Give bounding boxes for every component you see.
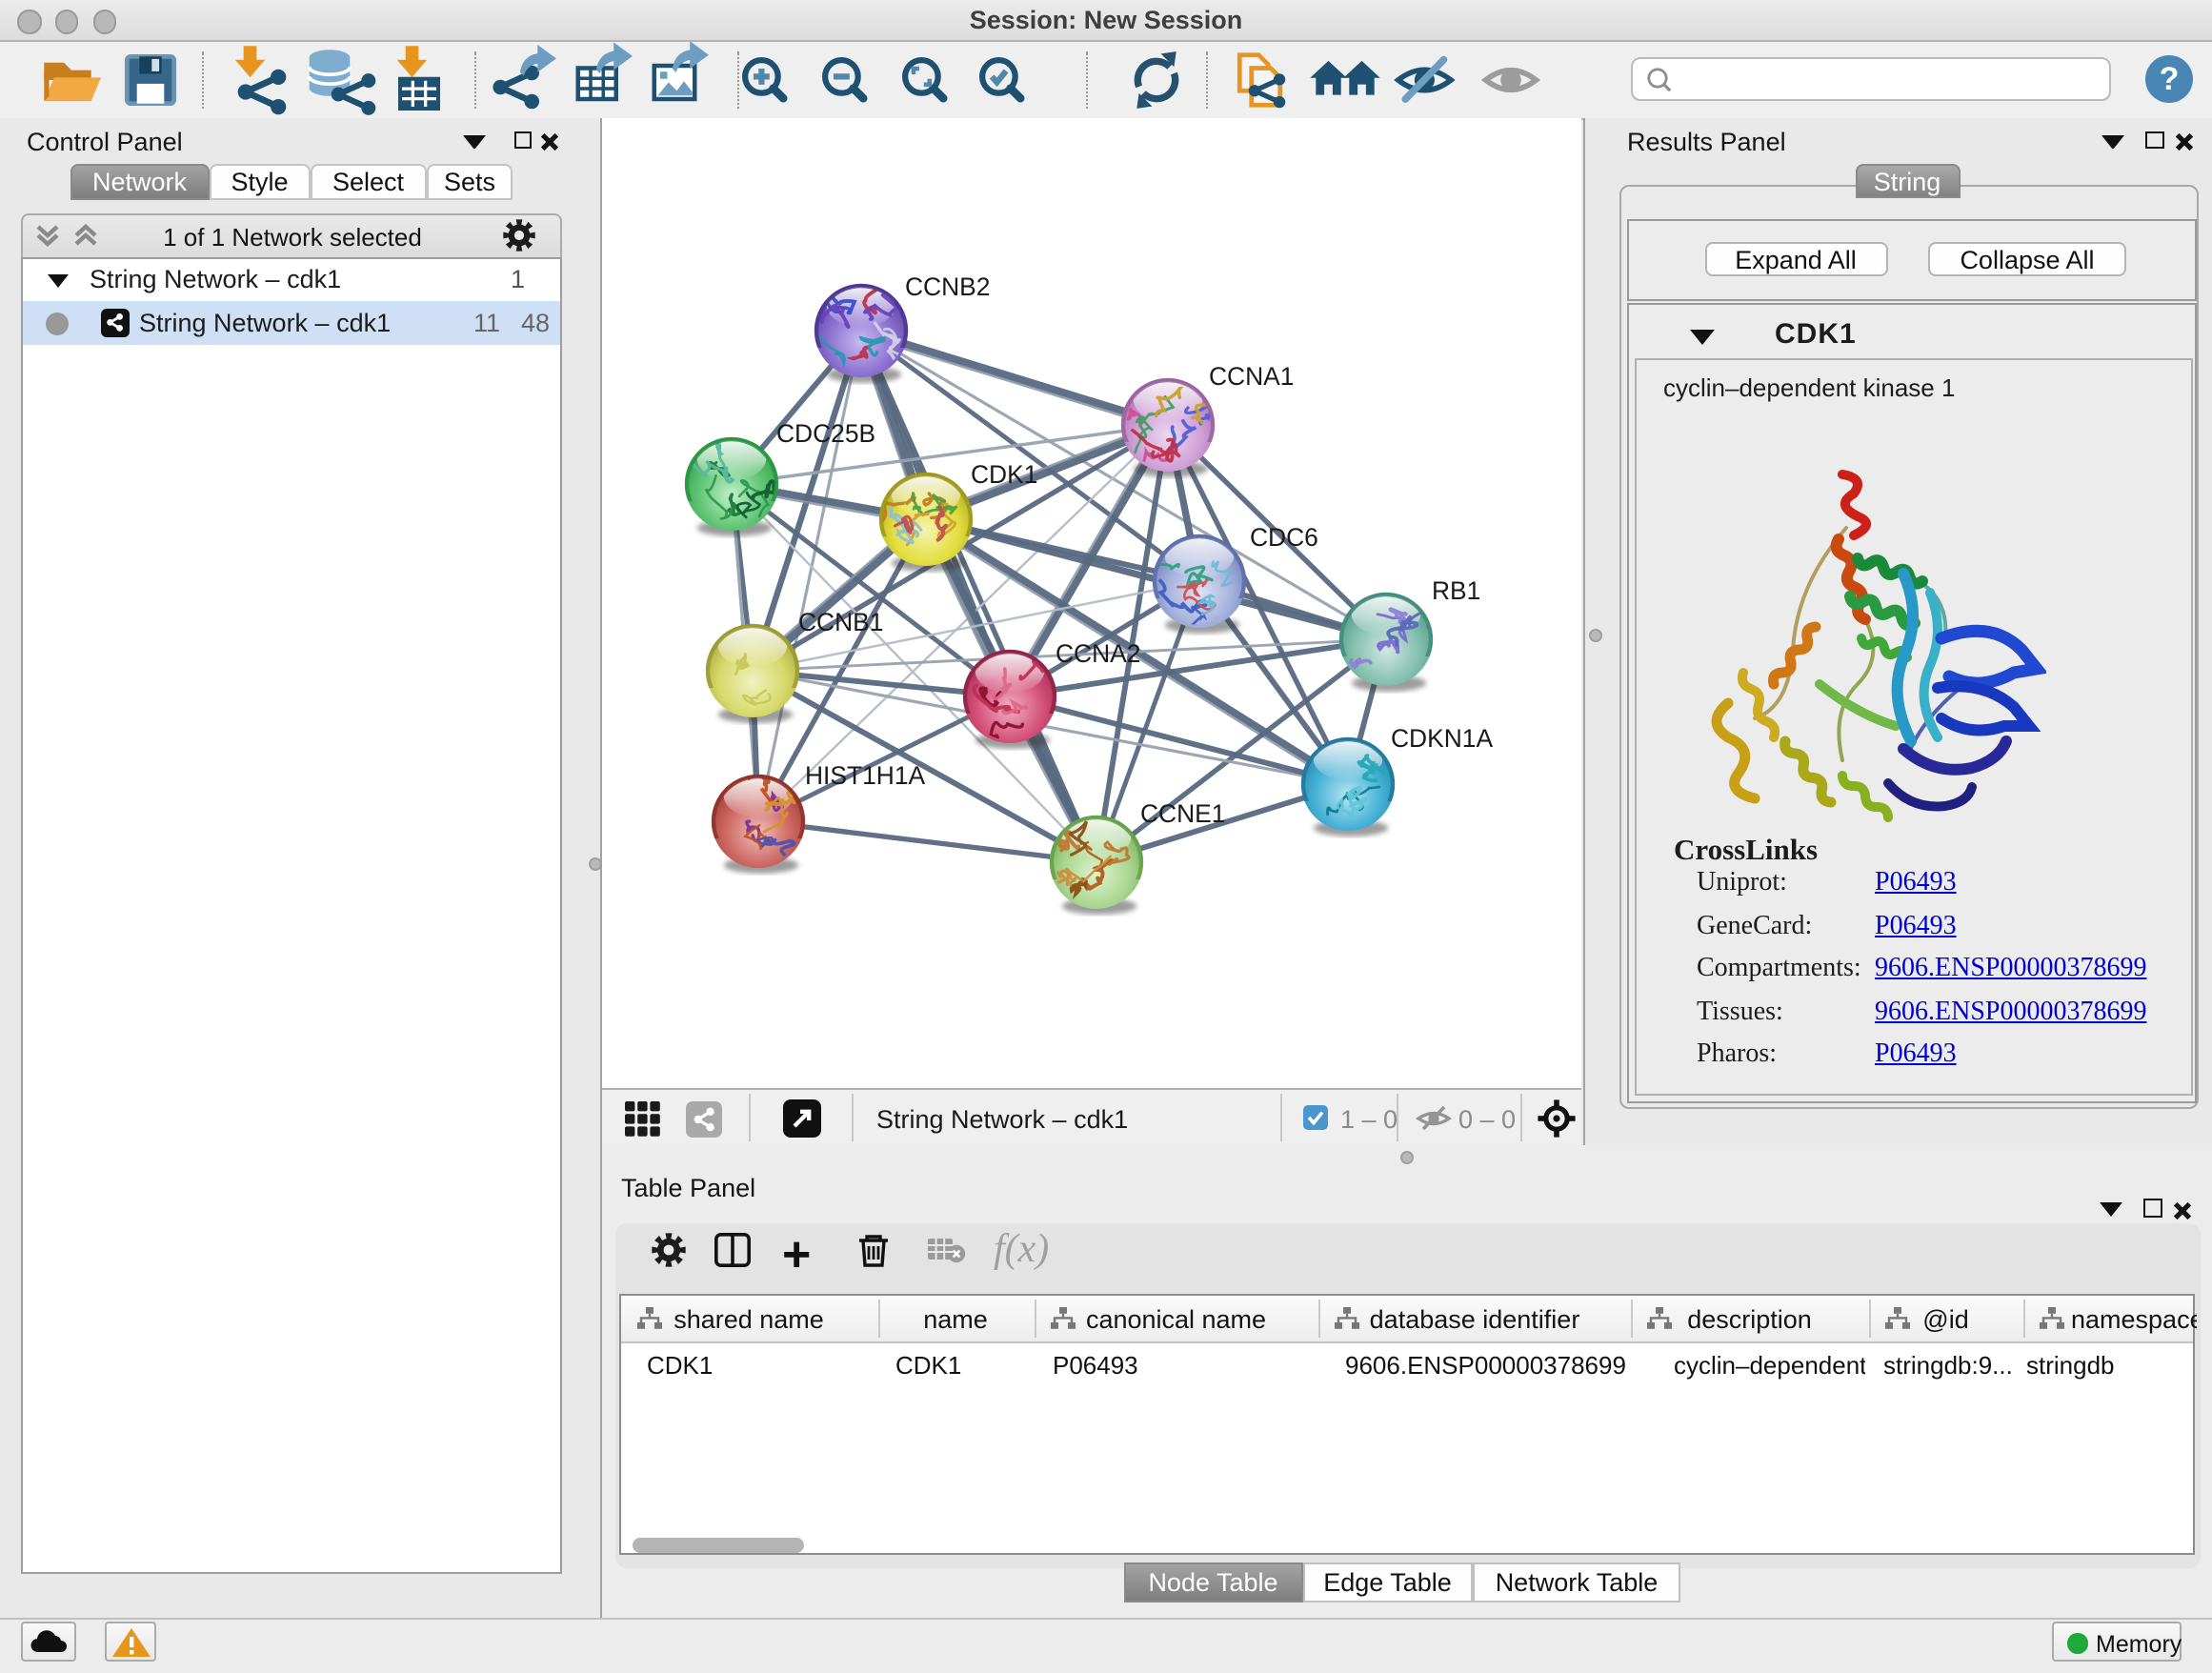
svg-text:CCNB2: CCNB2 (904, 272, 989, 301)
svg-text:CDC25B: CDC25B (775, 419, 875, 448)
svg-text:CCNA2: CCNA2 (1055, 639, 1139, 668)
svg-text:CCNB1: CCNB1 (797, 608, 882, 636)
svg-text:CDC6: CDC6 (1249, 523, 1317, 552)
svg-text:HIST1H1A: HIST1H1A (804, 761, 925, 790)
svg-text:CCNE1: CCNE1 (1139, 799, 1224, 828)
svg-text:RB1: RB1 (1431, 576, 1479, 605)
svg-text:CDKN1A: CDKN1A (1390, 724, 1492, 753)
svg-text:CDK1: CDK1 (970, 460, 1036, 489)
svg-text:CCNA1: CCNA1 (1208, 362, 1293, 391)
